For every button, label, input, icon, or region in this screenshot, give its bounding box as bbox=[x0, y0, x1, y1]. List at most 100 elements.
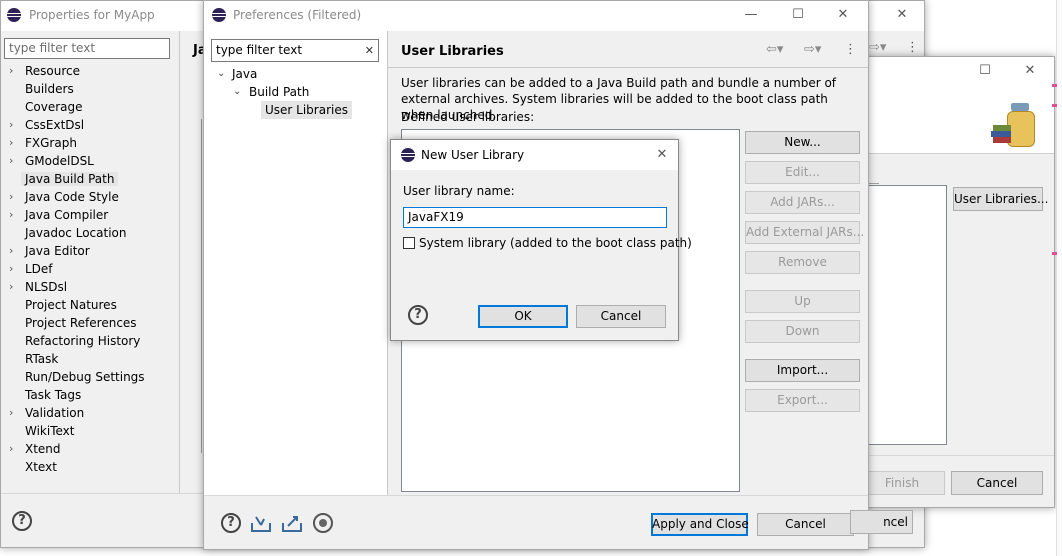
properties-cancel-label: ncel bbox=[883, 515, 908, 529]
wizard-library-list[interactable] bbox=[857, 185, 947, 445]
export-preferences-icon[interactable] bbox=[281, 513, 303, 533]
editor-marker bbox=[1052, 252, 1057, 255]
properties-tree-item[interactable]: Builders bbox=[1, 81, 179, 99]
properties-divider bbox=[179, 31, 180, 493]
add-jars-button[interactable]: Add JARs... bbox=[745, 191, 860, 214]
new-button[interactable]: New... bbox=[745, 131, 860, 154]
export-button[interactable]: Export... bbox=[745, 389, 860, 412]
chevron-right-icon[interactable]: › bbox=[9, 64, 13, 77]
properties-tree-item[interactable]: › NLSDsl bbox=[1, 279, 179, 297]
properties-tree: › Resource Builders Coverage › CssExtDsl › FXGr… bbox=[1, 63, 179, 493]
chevron-right-icon[interactable]: › bbox=[9, 280, 13, 293]
chevron-right-icon[interactable]: › bbox=[9, 442, 13, 455]
properties-tree-label: Java Code Style bbox=[25, 190, 119, 204]
properties-tree-label: NLSDsl bbox=[25, 280, 68, 294]
properties-tree-item[interactable]: › Java Code Style bbox=[1, 189, 179, 207]
import-button[interactable]: Import... bbox=[745, 359, 860, 382]
properties-tree-label: Resource bbox=[25, 64, 81, 78]
chevron-right-icon[interactable]: › bbox=[9, 118, 13, 131]
properties-tree-item[interactable]: Project References bbox=[1, 315, 179, 333]
properties-tree-item[interactable]: › CssExtDsl bbox=[1, 117, 179, 135]
edit-button[interactable]: Edit... bbox=[745, 161, 860, 184]
dialog-title: New User Library bbox=[421, 148, 525, 162]
dialog-cancel-button[interactable]: Cancel bbox=[576, 305, 666, 328]
properties-tree-item[interactable]: Run/Debug Settings bbox=[1, 369, 179, 387]
properties-tree-label: Java Build Path bbox=[21, 172, 119, 186]
add-external-jars-button[interactable]: Add External JARs... bbox=[745, 221, 864, 244]
properties-tree-item[interactable]: › Java Compiler bbox=[1, 207, 179, 225]
properties-tree-label: FXGraph bbox=[25, 136, 77, 150]
finish-button[interactable]: Finish bbox=[859, 471, 945, 495]
chevron-right-icon[interactable]: › bbox=[9, 244, 13, 257]
properties-forward-icon[interactable]: ⇨▾ bbox=[869, 40, 886, 55]
properties-tree-item[interactable]: Xtext bbox=[1, 459, 179, 477]
view-menu-icon[interactable]: ⋮ bbox=[844, 42, 857, 57]
editor-marker bbox=[1052, 84, 1057, 87]
properties-tree-item[interactable]: Javadoc Location bbox=[1, 225, 179, 243]
properties-cancel-button[interactable]: ncel bbox=[850, 510, 913, 534]
properties-tree-item[interactable]: › Resource bbox=[1, 63, 179, 81]
properties-filter-input[interactable]: type filter text bbox=[4, 38, 170, 59]
forward-arrow-icon[interactable]: ⇨▾ bbox=[804, 42, 821, 57]
user-libraries-button[interactable]: User Libraries... bbox=[953, 187, 1048, 211]
properties-title: Properties for MyApp bbox=[29, 8, 155, 22]
properties-tree-label: Project References bbox=[25, 316, 137, 330]
back-arrow-icon[interactable]: ⇦▾ bbox=[766, 42, 783, 57]
chevron-right-icon[interactable]: › bbox=[9, 190, 13, 203]
chevron-right-icon[interactable]: › bbox=[9, 154, 13, 167]
up-button[interactable]: Up bbox=[745, 290, 860, 313]
record-icon[interactable] bbox=[313, 513, 333, 533]
properties-tree-item[interactable]: Coverage bbox=[1, 99, 179, 117]
dialog-titlebar: New User Library ✕ bbox=[391, 140, 678, 170]
properties-tree-item[interactable]: › Validation bbox=[1, 405, 179, 423]
properties-help-icon[interactable]: ? bbox=[12, 511, 32, 531]
tree-item-build-path[interactable]: Build Path bbox=[249, 85, 309, 99]
wizard-maximize-icon[interactable]: ☐ bbox=[974, 61, 996, 81]
properties-tree-item[interactable]: › LDef bbox=[1, 261, 179, 279]
down-button[interactable]: Down bbox=[745, 320, 860, 343]
properties-tree-item[interactable]: › Xtend bbox=[1, 441, 179, 459]
properties-close-icon[interactable]: ✕ bbox=[891, 5, 913, 25]
properties-tree-item[interactable]: › Java Editor bbox=[1, 243, 179, 261]
apply-and-close-button[interactable]: Apply and Close bbox=[651, 513, 749, 536]
properties-tree-item[interactable]: Java Build Path bbox=[1, 171, 179, 189]
build-path-expand-icon[interactable]: ⌄ bbox=[233, 86, 241, 97]
preferences-cancel-button[interactable]: Cancel bbox=[757, 513, 854, 536]
preferences-maximize-icon[interactable]: ☐ bbox=[787, 5, 809, 25]
chevron-right-icon[interactable]: › bbox=[9, 406, 13, 419]
tree-item-user-libraries[interactable]: User Libraries bbox=[261, 101, 352, 119]
tree-item-java[interactable]: Java bbox=[232, 67, 257, 81]
preferences-help-icon[interactable]: ? bbox=[221, 513, 241, 533]
java-expand-icon[interactable]: ⌄ bbox=[217, 68, 225, 79]
wizard-cancel-button[interactable]: Cancel bbox=[951, 471, 1043, 495]
wizard-close-icon[interactable]: ✕ bbox=[1019, 61, 1041, 81]
library-name-input[interactable]: JavaFX19 bbox=[403, 207, 667, 228]
properties-tree-item[interactable]: Refactoring History bbox=[1, 333, 179, 351]
chevron-right-icon[interactable]: › bbox=[9, 208, 13, 221]
import-preferences-icon[interactable] bbox=[250, 513, 272, 533]
properties-tree-label: Javadoc Location bbox=[25, 226, 127, 240]
properties-tree-item[interactable]: WikiText bbox=[1, 423, 179, 441]
ok-button[interactable]: OK bbox=[478, 305, 568, 328]
properties-tree-item[interactable]: › GModelDSL bbox=[1, 153, 179, 171]
properties-tree-label: Coverage bbox=[25, 100, 83, 114]
preferences-filter-input[interactable]: type filter text ✕ bbox=[211, 39, 379, 62]
preferences-close-icon[interactable]: ✕ bbox=[832, 5, 854, 25]
properties-tree-item[interactable]: Project Natures bbox=[1, 297, 179, 315]
clear-filter-icon[interactable]: ✕ bbox=[365, 40, 374, 61]
wizard-banner bbox=[859, 87, 1054, 154]
chevron-right-icon[interactable]: › bbox=[9, 262, 13, 275]
system-library-checkbox[interactable] bbox=[403, 237, 415, 249]
dialog-close-icon[interactable]: ✕ bbox=[651, 145, 673, 165]
preferences-minimize-icon[interactable]: — bbox=[740, 5, 762, 25]
properties-tree-label: LDef bbox=[25, 262, 53, 276]
chevron-right-icon[interactable]: › bbox=[9, 136, 13, 149]
properties-tree-item[interactable]: Task Tags bbox=[1, 387, 179, 405]
remove-button[interactable]: Remove bbox=[745, 251, 860, 274]
properties-menu-icon[interactable]: ⋮ bbox=[906, 40, 919, 55]
wizard-titlebar: ☐ ✕ bbox=[859, 57, 1054, 87]
properties-tree-item[interactable]: RTask bbox=[1, 351, 179, 369]
dialog-help-icon[interactable]: ? bbox=[408, 305, 428, 325]
properties-tree-item[interactable]: › FXGraph bbox=[1, 135, 179, 153]
system-library-label[interactable]: System library (added to the boot class … bbox=[419, 236, 692, 250]
